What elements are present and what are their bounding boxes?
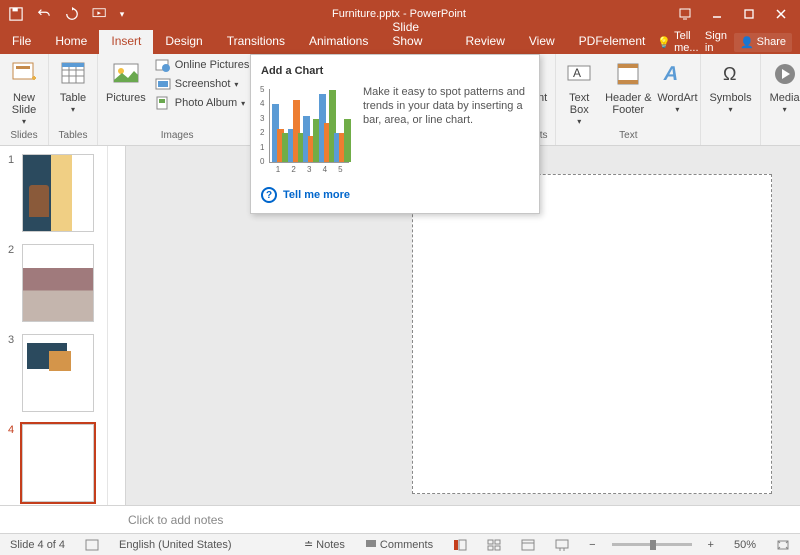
content-placeholder[interactable] [412, 174, 772, 494]
pictures-icon [110, 58, 142, 90]
tab-slideshow[interactable]: Slide Show [380, 16, 453, 54]
slide-thumbnail[interactable] [22, 244, 94, 322]
start-slideshow-button[interactable] [88, 2, 112, 26]
table-icon [57, 58, 89, 90]
slide-thumbnail[interactable] [22, 334, 94, 412]
qat-customize[interactable]: ▾ [116, 2, 128, 26]
table-button[interactable]: Table▾ [53, 56, 93, 118]
wordart-icon: A [661, 58, 693, 90]
tab-insert[interactable]: Insert [99, 30, 153, 54]
tell-me-more-link[interactable]: ? Tell me more [261, 187, 529, 203]
thumb-number: 4 [8, 424, 18, 436]
group-images-label: Images [102, 130, 252, 143]
zoom-level[interactable]: 50% [730, 539, 760, 551]
textbox-button[interactable]: AText Box▾ [560, 56, 598, 130]
thumb-number: 1 [8, 154, 18, 166]
screenshot-button[interactable]: Screenshot ▾ [152, 75, 253, 93]
chart-preview: 01234512345 [261, 85, 353, 177]
svg-text:Ω: Ω [723, 64, 736, 84]
tooltip-title: Add a Chart [261, 65, 529, 77]
tab-design[interactable]: Design [153, 30, 214, 54]
pictures-button[interactable]: Pictures [102, 56, 150, 106]
tab-view[interactable]: View [517, 30, 567, 54]
fit-to-window-button[interactable] [772, 539, 794, 551]
comments-toggle[interactable]: Comments [361, 539, 437, 551]
svg-text:A: A [573, 66, 581, 80]
group-text-label: Text [560, 130, 696, 143]
spell-check-icon[interactable] [81, 538, 103, 552]
wordart-button[interactable]: AWordArt▾ [658, 56, 696, 118]
zoom-slider[interactable] [612, 543, 692, 546]
language-status[interactable]: English (United States) [115, 539, 236, 551]
sign-in-link[interactable]: Sign in [705, 30, 728, 54]
help-icon: ? [261, 187, 277, 203]
slide-sorter-button[interactable] [483, 539, 505, 551]
lightbulb-icon: 💡 [657, 36, 671, 49]
maximize-button[interactable] [734, 2, 764, 26]
person-icon: 👤 [740, 36, 754, 49]
slide-thumbnails-panel[interactable]: 1 2 3 4 [0, 146, 108, 505]
thumb-number: 3 [8, 334, 18, 346]
save-icon[interactable] [4, 2, 28, 26]
tooltip-desc: Make it easy to spot patterns and trends… [363, 85, 529, 177]
tab-home[interactable]: Home [43, 30, 99, 54]
notes-toggle[interactable]: ≐ Notes [300, 538, 349, 551]
close-button[interactable] [766, 2, 796, 26]
tab-transitions[interactable]: Transitions [215, 30, 297, 54]
zoom-out-button[interactable]: − [585, 539, 599, 551]
minimize-button[interactable] [702, 2, 732, 26]
normal-view-button[interactable] [449, 539, 471, 551]
photo-album-icon [155, 95, 171, 111]
vertical-ruler [108, 146, 126, 505]
tab-pdfelement[interactable]: PDFelement [567, 30, 658, 54]
slide-thumbnail[interactable] [22, 154, 94, 232]
textbox-icon: A [563, 58, 595, 90]
undo-button[interactable] [32, 2, 56, 26]
new-slide-icon [8, 58, 40, 90]
group-tables-label: Tables [53, 130, 93, 143]
reading-view-button[interactable] [517, 539, 539, 551]
online-pictures-button[interactable]: Online Pictures [152, 56, 253, 74]
tab-review[interactable]: Review [454, 30, 517, 54]
screenshot-icon [155, 76, 171, 92]
header-footer-button[interactable]: Header & Footer [600, 56, 656, 118]
redo-button[interactable] [60, 2, 84, 26]
media-button[interactable]: Media▾ [765, 56, 800, 118]
chart-tooltip: Add a Chart 01234512345 Make it easy to … [250, 54, 540, 214]
ribbon-options-button[interactable] [670, 2, 700, 26]
tell-me-search[interactable]: 💡Tell me... [657, 30, 699, 54]
slide-thumbnail[interactable] [22, 424, 94, 502]
zoom-in-button[interactable]: + [704, 539, 718, 551]
online-pictures-icon [155, 57, 171, 73]
notes-pane[interactable]: Click to add notes [0, 505, 800, 533]
media-icon [769, 58, 800, 90]
svg-text:A: A [663, 63, 681, 85]
new-slide-button[interactable]: New Slide▾ [4, 56, 44, 130]
tab-file[interactable]: File [0, 30, 43, 54]
group-slides-label: Slides [4, 130, 44, 143]
symbols-icon: Ω [715, 58, 747, 90]
share-button[interactable]: 👤Share [734, 33, 792, 52]
header-footer-icon [612, 58, 644, 90]
slide-counter[interactable]: Slide 4 of 4 [6, 539, 69, 551]
slideshow-view-button[interactable] [551, 539, 573, 551]
thumb-number: 2 [8, 244, 18, 256]
tab-animations[interactable]: Animations [297, 30, 380, 54]
symbols-button[interactable]: ΩSymbols▾ [705, 56, 755, 118]
photo-album-button[interactable]: Photo Album ▾ [152, 94, 253, 112]
